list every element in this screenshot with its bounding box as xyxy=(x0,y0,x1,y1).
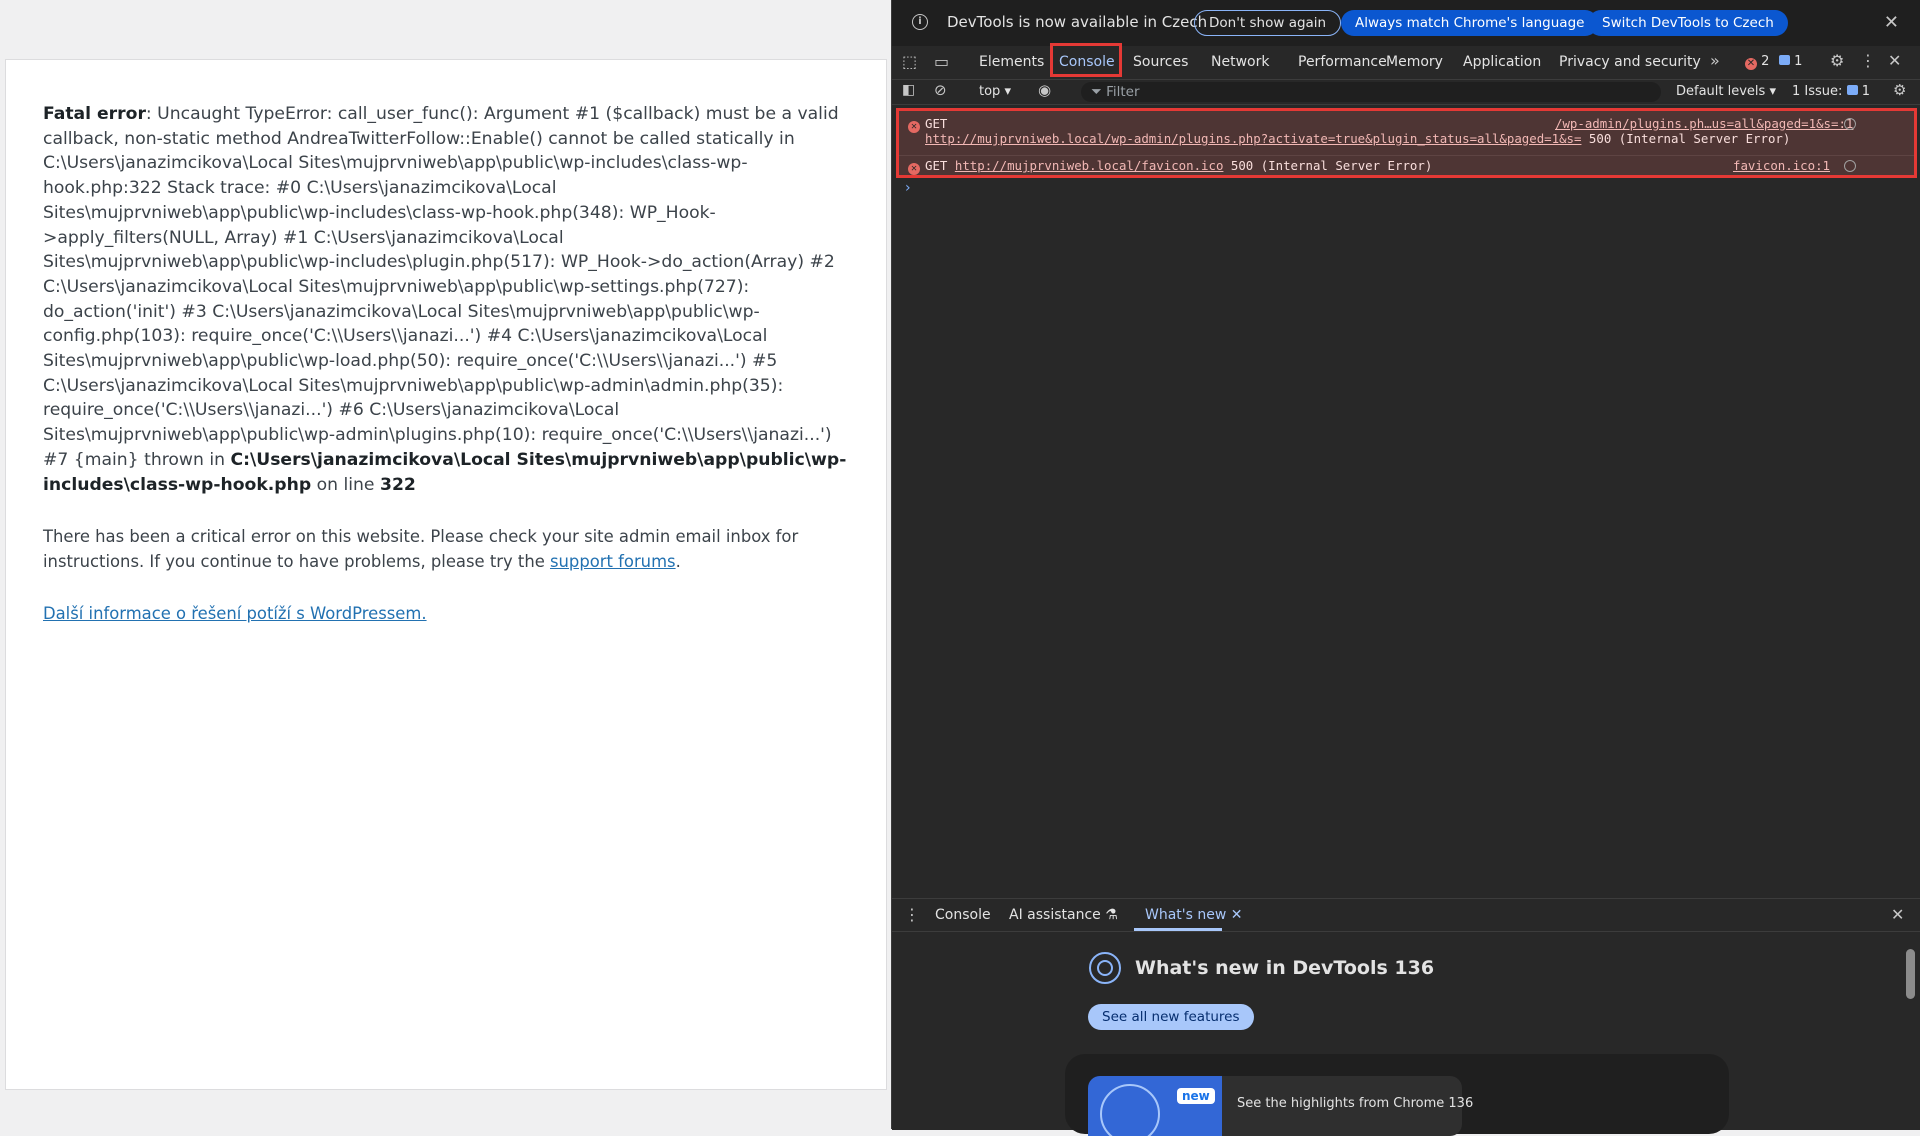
issues-button[interactable]: 1 Issue: 1 xyxy=(1792,84,1870,99)
close-tab-icon[interactable]: ✕ xyxy=(1231,907,1243,923)
request-method: GET xyxy=(925,158,948,173)
more-options-icon[interactable]: ⋮ xyxy=(1860,51,1876,70)
tab-memory[interactable]: Memory xyxy=(1386,54,1443,70)
fatal-error-text: : Uncaught TypeError: call_user_func(): … xyxy=(43,104,839,470)
device-toolbar-icon[interactable]: ▭ xyxy=(934,52,949,71)
request-url-link[interactable]: http://mujprvniweb.local/favicon.ico xyxy=(955,158,1224,173)
context-value: top xyxy=(979,84,1001,99)
filter-input[interactable]: ⏷ Filter xyxy=(1081,82,1661,102)
request-line: http://mujprvniweb.local/wp-admin/plugin… xyxy=(925,131,1790,146)
drawer-scrollbar[interactable] xyxy=(1906,949,1915,999)
drawer-tabbar: ⋮ Console AI assistance ⚗ What's new ✕ ✕ xyxy=(892,899,1920,932)
devtools-drawer: ⋮ Console AI assistance ⚗ What's new ✕ ✕… xyxy=(892,898,1920,1136)
fatal-error-message: Fatal error: Uncaught TypeError: call_us… xyxy=(43,102,850,497)
message-count-badge[interactable]: 1 xyxy=(1779,54,1802,69)
infobar-message: DevTools is now available in Czech xyxy=(947,13,1208,31)
error-count-badge[interactable]: ✕ 2 xyxy=(1745,54,1769,70)
sidebar-toggle-icon[interactable]: ◧ xyxy=(902,82,915,98)
ai-assistance-label: AI assistance xyxy=(1009,907,1101,923)
clear-console-icon[interactable]: ⊘ xyxy=(934,81,947,99)
levels-dropdown[interactable]: Default levels ▾ xyxy=(1676,84,1776,99)
close-drawer-icon[interactable]: ✕ xyxy=(1891,905,1904,924)
tab-performance[interactable]: Performance xyxy=(1298,54,1387,70)
see-all-features-button[interactable]: See all new features xyxy=(1088,1004,1254,1030)
error-icon: ✕ xyxy=(1745,58,1757,70)
devtools-panel: i DevTools is now available in Czech Don… xyxy=(891,0,1920,1136)
whats-new-title: What's new in DevTools 136 xyxy=(1135,957,1435,979)
fatal-error-label: Fatal error xyxy=(43,104,146,124)
tab-privacy-security[interactable]: Privacy and security xyxy=(1559,54,1701,70)
issue-icon xyxy=(1846,85,1858,95)
settings-gear-icon[interactable]: ⚙ xyxy=(1830,51,1844,70)
message-icon xyxy=(1779,55,1790,65)
tab-elements[interactable]: Elements xyxy=(979,54,1044,70)
network-globe-icon[interactable] xyxy=(1844,118,1856,130)
inspect-element-icon[interactable]: ⬚ xyxy=(902,52,917,71)
more-tabs-icon[interactable]: » xyxy=(1710,51,1720,70)
support-forums-link[interactable]: support forums xyxy=(550,552,676,571)
critical-error-period: . xyxy=(675,551,681,571)
context-selector[interactable]: top ▾ xyxy=(979,84,1011,99)
issues-count: 1 xyxy=(1861,84,1870,99)
close-devtools-icon[interactable]: ✕ xyxy=(1888,51,1901,70)
console-message[interactable]: ✕ GET http://mujprvniweb.local/favicon.i… xyxy=(899,155,1914,176)
request-url-link[interactable]: http://mujprvniweb.local/wp-admin/plugin… xyxy=(925,131,1581,146)
error-icon: ✕ xyxy=(908,116,920,133)
devtools-tabbar: ⬚ ▭ Elements Console Sources Network Per… xyxy=(892,46,1920,80)
error-icon: ✕ xyxy=(908,158,920,175)
always-match-language-button[interactable]: Always match Chrome's language xyxy=(1341,10,1599,36)
request-status: 500 (Internal Server Error) xyxy=(1581,131,1791,146)
drawer-tab-console[interactable]: Console xyxy=(935,907,991,923)
critical-error-notice: There has been a critical error on this … xyxy=(43,525,850,574)
message-source-link[interactable]: /wp-admin/plugins.ph…us=all&paged=1&s=:1 xyxy=(1555,116,1853,131)
filter-placeholder: Filter xyxy=(1106,84,1140,100)
tab-network[interactable]: Network xyxy=(1211,54,1269,70)
console-tab-highlight xyxy=(1050,43,1122,77)
tab-application[interactable]: Application xyxy=(1463,54,1541,70)
whats-new-label: What's new xyxy=(1145,907,1227,923)
tab-sources[interactable]: Sources xyxy=(1133,54,1188,70)
highlights-text: See the highlights from Chrome 136 xyxy=(1237,1096,1474,1111)
message-count: 1 xyxy=(1794,54,1803,69)
info-icon: i xyxy=(912,14,928,30)
request-line: GET http://mujprvniweb.local/favicon.ico… xyxy=(925,158,1432,173)
new-badge: new xyxy=(1177,1088,1215,1104)
highlights-card[interactable]: new See the highlights from Chrome 136 xyxy=(1088,1076,1473,1136)
flask-icon: ⚗ xyxy=(1105,907,1118,923)
console-toolbar: ◧ ⊘ top ▾ ◉ ⏷ Filter Default levels ▾ 1 … xyxy=(892,80,1920,105)
more-info-paragraph: Další informace o řešení potíží s WordPr… xyxy=(43,602,850,627)
request-status: 500 (Internal Server Error) xyxy=(1223,158,1433,173)
highlights-thumbnail: new xyxy=(1088,1076,1222,1136)
on-line-text: on line xyxy=(311,474,380,495)
drawer-tab-whats-new[interactable]: What's new ✕ xyxy=(1145,907,1243,923)
eye-icon[interactable]: ◉ xyxy=(1038,81,1051,99)
dont-show-again-button[interactable]: Don't show again xyxy=(1194,10,1342,36)
drawer-menu-icon[interactable]: ⋮ xyxy=(904,905,920,924)
language-infobar: i DevTools is now available in Czech Don… xyxy=(892,0,1920,46)
message-source-link[interactable]: favicon.ico:1 xyxy=(1555,158,1830,173)
console-message[interactable]: ✕ GET http://mujprvniweb.local/wp-admin/… xyxy=(899,114,1914,146)
error-count: 2 xyxy=(1761,54,1770,69)
request-method: GET xyxy=(925,116,948,131)
issues-label: 1 Issue: xyxy=(1792,84,1843,99)
fatal-error-line: 322 xyxy=(379,474,416,495)
drawer-tab-ai-assistance[interactable]: AI assistance ⚗ xyxy=(1009,907,1118,923)
more-info-link[interactable]: Další informace o řešení potíží s WordPr… xyxy=(43,604,427,623)
console-error-messages: ✕ GET http://mujprvniweb.local/wp-admin/… xyxy=(896,108,1917,178)
switch-to-czech-button[interactable]: Switch DevTools to Czech xyxy=(1588,10,1788,36)
filter-icon: ⏷ xyxy=(1091,84,1102,100)
close-icon[interactable]: ✕ xyxy=(1884,12,1899,33)
highlights-panel: new See the highlights from Chrome 136 xyxy=(1065,1054,1729,1136)
wordpress-error-page: Fatal error: Uncaught TypeError: call_us… xyxy=(5,59,887,1090)
active-tab-indicator xyxy=(1134,928,1222,931)
console-settings-icon[interactable]: ⚙ xyxy=(1893,81,1906,99)
chrome-devtools-logo-icon xyxy=(1089,952,1121,984)
network-globe-icon[interactable] xyxy=(1844,160,1856,172)
critical-error-text: There has been a critical error on this … xyxy=(43,527,799,571)
console-prompt-chevron-icon[interactable]: › xyxy=(905,180,911,196)
levels-value: Default levels xyxy=(1676,84,1766,99)
